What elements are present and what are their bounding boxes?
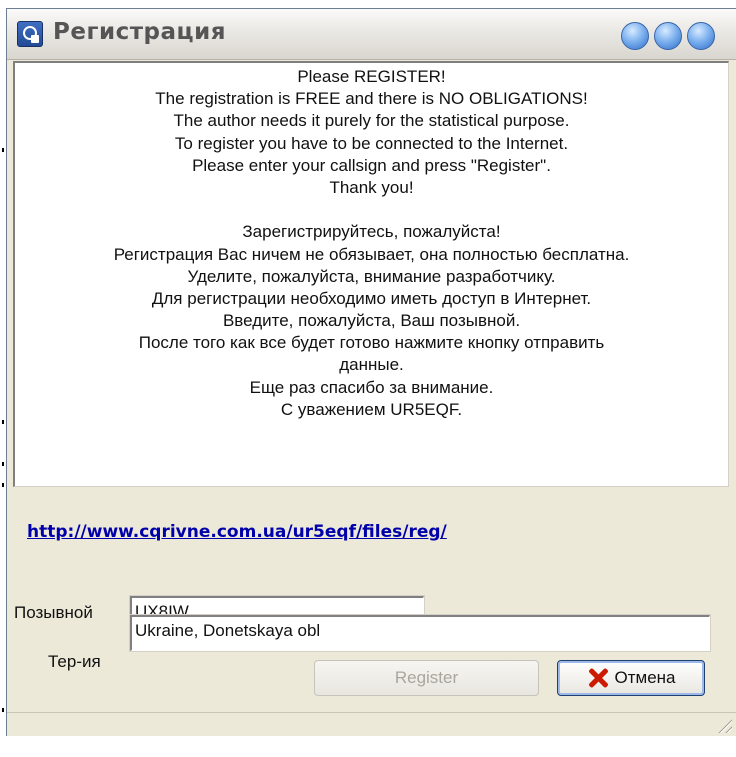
territory-label: Тер-ия xyxy=(48,652,101,671)
message-line: Зарегистрируйтесь, пожалуйста! xyxy=(242,222,501,242)
red-x-icon xyxy=(587,667,609,689)
register-button-label: Register xyxy=(394,668,459,687)
message-line: Уделите, пожалуйста, внимание разработчи… xyxy=(187,266,556,286)
maximize-button[interactable] xyxy=(654,22,682,50)
message-line: Регистрация Вас ничем не обязывает, она … xyxy=(113,244,630,264)
app-icon-tail xyxy=(31,35,39,43)
edge-mark xyxy=(2,708,4,712)
message-panel: Please REGISTER! The registration is FRE… xyxy=(13,61,729,487)
cancel-button[interactable]: Отмена xyxy=(557,660,705,696)
message-line: The registration is FREE and there is NO… xyxy=(155,89,588,109)
edge-mark xyxy=(2,462,4,466)
message-line: С уважением UR5EQF. xyxy=(280,399,463,419)
message-line: Для регистрации необходимо иметь доступ … xyxy=(151,288,592,308)
message-line xyxy=(15,199,728,221)
callsign-label: Позывной xyxy=(14,603,93,622)
message-line: После того как все будет готово нажмите … xyxy=(138,333,605,353)
message-line: Please enter your callsign and press "Re… xyxy=(192,155,551,175)
close-button[interactable] xyxy=(687,22,715,50)
territory-input[interactable]: Ukraine, Donetskaya obl xyxy=(129,614,711,652)
resize-grip-icon[interactable] xyxy=(716,717,732,733)
minimize-button[interactable] xyxy=(621,22,649,50)
message-line: Please REGISTER! xyxy=(297,67,446,86)
message-line: Еще раз спасибо за внимание. xyxy=(249,377,494,397)
edge-mark xyxy=(2,148,4,152)
cancel-button-label: Отмена xyxy=(614,668,676,687)
message-line: The author needs it purely for the stati… xyxy=(173,111,570,131)
window-title: Регистрация xyxy=(53,19,226,45)
message-line: данные. xyxy=(339,355,404,375)
message-line: Введите, пожалуйста, Ваш позывной. xyxy=(222,311,521,331)
status-bar xyxy=(7,712,736,736)
edge-mark xyxy=(2,420,4,424)
edge-mark xyxy=(2,483,4,487)
message-line: Thank you! xyxy=(329,177,414,197)
message-line: To register you have to be connected to … xyxy=(174,133,569,153)
register-button[interactable]: Register xyxy=(314,660,539,696)
app-icon[interactable] xyxy=(17,21,43,47)
registration-link[interactable]: http://www.cqrivne.com.ua/ur5eqf/files/r… xyxy=(27,522,447,542)
title-bar[interactable]: Регистрация xyxy=(7,9,736,60)
